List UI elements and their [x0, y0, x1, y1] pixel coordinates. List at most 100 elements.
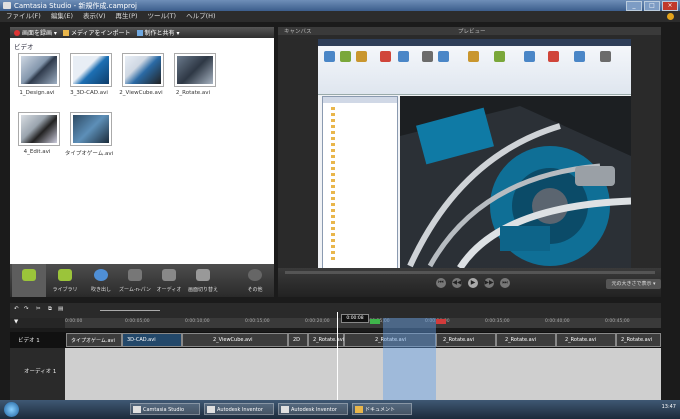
timeline-clip[interactable]: 2_Rotate.avi	[436, 333, 496, 347]
library-icon	[58, 269, 72, 281]
timeline-clip[interactable]: 2_ViewCube.avi	[182, 333, 288, 347]
timeline-selection[interactable]	[383, 318, 436, 400]
canvas-label: キャンバス	[284, 29, 312, 35]
playhead[interactable]	[337, 312, 338, 400]
maximize-button[interactable]: □	[644, 1, 660, 11]
recorded-tree-item	[331, 178, 337, 183]
import-media-button[interactable]: メディアをインポート	[62, 28, 131, 37]
recorded-tree-item	[331, 220, 337, 225]
folder-icon	[355, 406, 363, 413]
clip-thumbnail[interactable]	[19, 54, 59, 86]
start-button[interactable]	[4, 402, 19, 417]
task-audio[interactable]: オーディオ	[152, 264, 186, 297]
prev-clip-button[interactable]: ⏮	[436, 278, 446, 288]
task-more[interactable]: その他	[238, 264, 272, 297]
recorded-tree-item	[331, 202, 337, 207]
taskbar-item[interactable]: Camtasia Studio	[130, 403, 200, 415]
app-icon	[281, 406, 289, 413]
clip-thumbnail[interactable]	[123, 54, 163, 86]
cut-icon[interactable]: ✂	[36, 306, 41, 312]
app-icon	[133, 406, 141, 413]
recorded-tree-item	[331, 232, 337, 237]
menu-bar: ファイル(F) 編集(E) 表示(V) 再生(P) ツール(T) ヘルプ(H)	[0, 11, 680, 22]
play-button[interactable]: ▶	[468, 278, 478, 288]
timeline-clip[interactable]: 3D-CAD.avi	[122, 333, 182, 347]
section-label: ビデオ	[14, 43, 34, 51]
view-size-dropdown[interactable]: 元の大きさで表示 ▾	[606, 279, 661, 289]
minimize-button[interactable]: _	[626, 1, 642, 11]
task-zoom-pan[interactable]: ズーム-n-パン	[118, 264, 152, 297]
clip-bin-toolbar: 画面を録画 ▾ メディアをインポート 制作と共有 ▾	[10, 27, 274, 38]
ruler-tick: 0:00:00	[65, 319, 83, 324]
task-callouts[interactable]: 吹き出し	[84, 264, 118, 297]
record-screen-button[interactable]: 画面を録画 ▾	[14, 28, 57, 37]
menu-view[interactable]: 表示(V)	[83, 11, 106, 22]
next-clip-button[interactable]: ⏭	[500, 278, 510, 288]
recorded-tree-item	[331, 166, 337, 171]
recorded-tree-item	[331, 154, 337, 159]
menu-tools[interactable]: ツール(T)	[148, 11, 177, 22]
recorded-tree-item	[331, 172, 337, 177]
recorded-tree-item	[331, 184, 337, 189]
preview-video-frame	[318, 39, 631, 268]
rewind-button[interactable]: ◀◀	[452, 278, 462, 288]
recorded-tree-item	[331, 238, 337, 243]
task-transitions[interactable]: 画面切り替え	[186, 264, 220, 297]
close-button[interactable]: ×	[662, 1, 678, 11]
seek-bar[interactable]	[285, 271, 655, 274]
recorded-tree-item	[331, 208, 337, 213]
recorded-tree-item	[331, 214, 337, 219]
clip-thumbnail[interactable]	[19, 113, 59, 145]
timeline-clip[interactable]: 2_Rotate.avi	[308, 333, 344, 347]
recorded-tree-item	[331, 196, 337, 201]
preview-label: プレビュー	[458, 29, 486, 35]
recorded-ribbon	[318, 39, 631, 95]
produce-share-button[interactable]: 制作と共有 ▾	[136, 28, 179, 37]
recorded-tree-item	[331, 250, 337, 255]
playhead-time: 0:00:08	[341, 314, 369, 323]
recorded-tree-item	[331, 148, 337, 153]
zoom-slider[interactable]	[100, 310, 160, 311]
timeline-clip[interactable]: 2D	[288, 333, 308, 347]
taskbar-item[interactable]: Autodesk Inventor	[204, 403, 274, 415]
recorded-tree-item	[331, 124, 337, 129]
redo-icon[interactable]: ↷	[24, 306, 29, 312]
taskbar-item[interactable]: ドキュメント	[352, 403, 412, 415]
system-clock: 13:47	[661, 404, 676, 410]
menu-edit[interactable]: 編集(E)	[51, 11, 73, 22]
undo-icon[interactable]: ↶	[14, 306, 19, 312]
recorded-tree-item	[331, 190, 337, 195]
ruler-tick: 0:00:20;00	[305, 319, 330, 324]
timeline-clip[interactable]: 2_Rotate.avi	[616, 333, 661, 347]
task-library[interactable]: ライブラリ	[48, 264, 82, 297]
recorded-tree-item	[331, 112, 337, 117]
recorded-tree-item	[331, 244, 337, 249]
menu-play[interactable]: 再生(P)	[116, 11, 138, 22]
taskbar-item[interactable]: Autodesk Inventor	[278, 403, 348, 415]
help-icon[interactable]	[667, 13, 674, 20]
clip-thumbnail[interactable]	[71, 113, 111, 145]
clip-name: 1_Design.avi	[19, 90, 55, 96]
folder-icon	[62, 30, 69, 36]
timeline-clip[interactable]: タイプオゲーム.avi	[66, 333, 122, 347]
clip-thumbnail[interactable]	[71, 54, 111, 86]
task-clip-bin[interactable]	[12, 264, 46, 297]
ruler-tick: 0:00:15;00	[245, 319, 270, 324]
timeline-clip[interactable]: 2_Rotate.avi	[556, 333, 616, 347]
menu-help[interactable]: ヘルプ(H)	[186, 11, 215, 22]
recorded-tree-item	[331, 130, 337, 135]
gear-icon	[248, 269, 262, 281]
ruler-tick: 0:00:10;00	[185, 319, 210, 324]
selection-start-marker[interactable]	[370, 319, 380, 324]
menu-file[interactable]: ファイル(F)	[6, 11, 41, 22]
task-tabs: ライブラリ 吹き出し ズーム-n-パン オーディオ 画面切り替え その他	[10, 264, 274, 297]
window-title: Camtasia Studio - 新規作成.camproj	[14, 2, 137, 10]
timeline-clip[interactable]: 2_Rotate.avi	[496, 333, 556, 347]
selection-end-marker[interactable]	[436, 319, 446, 324]
recorded-tree-item	[331, 256, 337, 261]
clip-thumbnail[interactable]	[175, 54, 215, 86]
paste-icon[interactable]: ▤	[58, 306, 63, 312]
clip-name: 2_ViewCube.avi	[119, 90, 163, 96]
fast-forward-button[interactable]: ▶▶	[484, 278, 494, 288]
copy-icon[interactable]: ⧉	[48, 306, 52, 313]
